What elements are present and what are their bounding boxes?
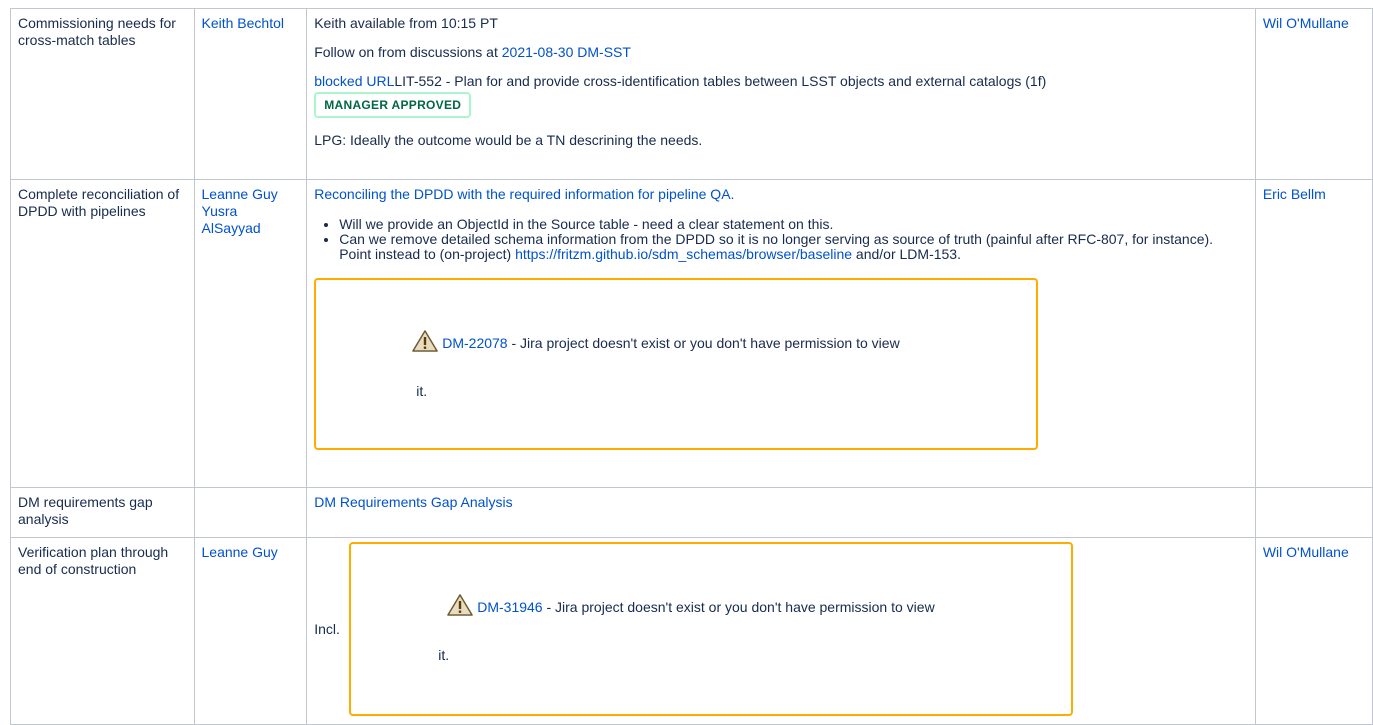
agenda-table: Commissioning needs for cross-match tabl…	[10, 8, 1373, 725]
jira-message-wrap: it.	[438, 647, 450, 663]
owner-cell: Wil O'Mullane	[1254, 537, 1373, 725]
topic-cell: Verification plan through end of constru…	[10, 537, 195, 725]
list-item: Will we provide an ObjectId in the Sourc…	[339, 217, 1245, 232]
notes-line: LPG: Ideally the outcome would be a TN d…	[314, 132, 703, 148]
owner-link[interactable]: Wil O'Mullane	[1263, 544, 1349, 560]
jira-message: - Jira project doesn't exist or you don'…	[507, 335, 900, 351]
blocked-url-link[interactable]: blocked URL	[314, 73, 394, 89]
notes-line: Reconciling the DPDD with the required i…	[314, 186, 735, 202]
requester-cell	[193, 487, 308, 538]
jira-issue-link[interactable]: DM-22078	[442, 335, 507, 351]
notes-text: Follow on from discussions at	[314, 44, 502, 60]
requester-link[interactable]: Yusra AlSayyad	[202, 203, 261, 236]
warning-triangle-icon	[447, 594, 474, 616]
owner-cell: Wil O'Mullane	[1254, 8, 1373, 180]
table-row: Verification plan through end of constru…	[10, 537, 1373, 725]
schema-browser-link[interactable]: https://fritzm.github.io/sdm_schemas/bro…	[515, 246, 852, 262]
table-row: Commissioning needs for cross-match tabl…	[10, 8, 1373, 180]
lit-text: LIT-552 - Plan for and provide cross-ide…	[394, 73, 1047, 89]
jira-issue-line: DM-31946 - Jira project doesn't exist or…	[447, 594, 935, 616]
jira-issue-box: DM-31946 - Jira project doesn't exist or…	[349, 542, 1074, 716]
requester-cell: Leanne Guy Yusra AlSayyad	[193, 179, 308, 488]
requester-link[interactable]: Leanne Guy	[202, 186, 278, 202]
owner-cell	[1254, 487, 1373, 538]
gap-analysis-link[interactable]: DM Requirements Gap Analysis	[314, 494, 512, 510]
jira-message-wrap: it.	[416, 383, 428, 399]
topic-cell: Complete reconciliation of DPDD with pip…	[10, 179, 195, 488]
requester-link[interactable]: Leanne Guy	[202, 544, 278, 560]
status-badge: MANAGER APPROVED	[314, 92, 472, 118]
notes-cell: Keith available from 10:15 PT Follow on …	[306, 8, 1256, 180]
owner-link[interactable]: Eric Bellm	[1263, 186, 1326, 202]
bullet-list: Will we provide an ObjectId in the Sourc…	[314, 217, 1245, 262]
notes-line: blocked URLLIT-552 - Plan for and provid…	[314, 73, 1245, 90]
topic-cell: Commissioning needs for cross-match tabl…	[10, 8, 195, 180]
jira-message: - Jira project doesn't exist or you don'…	[542, 599, 935, 615]
jira-issue-box: DM-22078 - Jira project doesn't exist or…	[314, 278, 1039, 450]
warning-triangle-icon	[412, 330, 439, 352]
notes-cell: Incl. DM-31946 - Jira project doesn't ex…	[306, 537, 1256, 725]
incl-wrap: Incl. DM-31946 - Jira project doesn't ex…	[314, 542, 1245, 716]
requester-link[interactable]: Keith Bechtol	[202, 15, 285, 31]
owner-cell: Eric Bellm	[1254, 179, 1373, 488]
notes-line: Follow on from discussions at 2021-08-30…	[314, 44, 1245, 61]
meeting-link[interactable]: 2021-08-30 DM-SST	[502, 44, 631, 60]
jira-issue-line: DM-22078 - Jira project doesn't exist or…	[412, 330, 900, 352]
table-row: Complete reconciliation of DPDD with pip…	[10, 179, 1373, 488]
jira-issue-link[interactable]: DM-31946	[477, 599, 542, 615]
notes-cell: Reconciling the DPDD with the required i…	[306, 179, 1256, 488]
table-row: DM requirements gap analysis DM Requirem…	[10, 487, 1373, 538]
incl-label: Incl.	[314, 621, 340, 637]
list-item-text: and/or LDM-153.	[852, 246, 961, 262]
requester-cell: Leanne Guy	[193, 537, 308, 725]
topic-cell: DM requirements gap analysis	[10, 487, 195, 538]
notes-line: Keith available from 10:15 PT	[314, 15, 498, 31]
requester-cell: Keith Bechtol	[193, 8, 308, 180]
list-item: Can we remove detailed schema informatio…	[339, 232, 1245, 262]
notes-cell: DM Requirements Gap Analysis	[306, 487, 1256, 538]
owner-link[interactable]: Wil O'Mullane	[1263, 15, 1349, 31]
